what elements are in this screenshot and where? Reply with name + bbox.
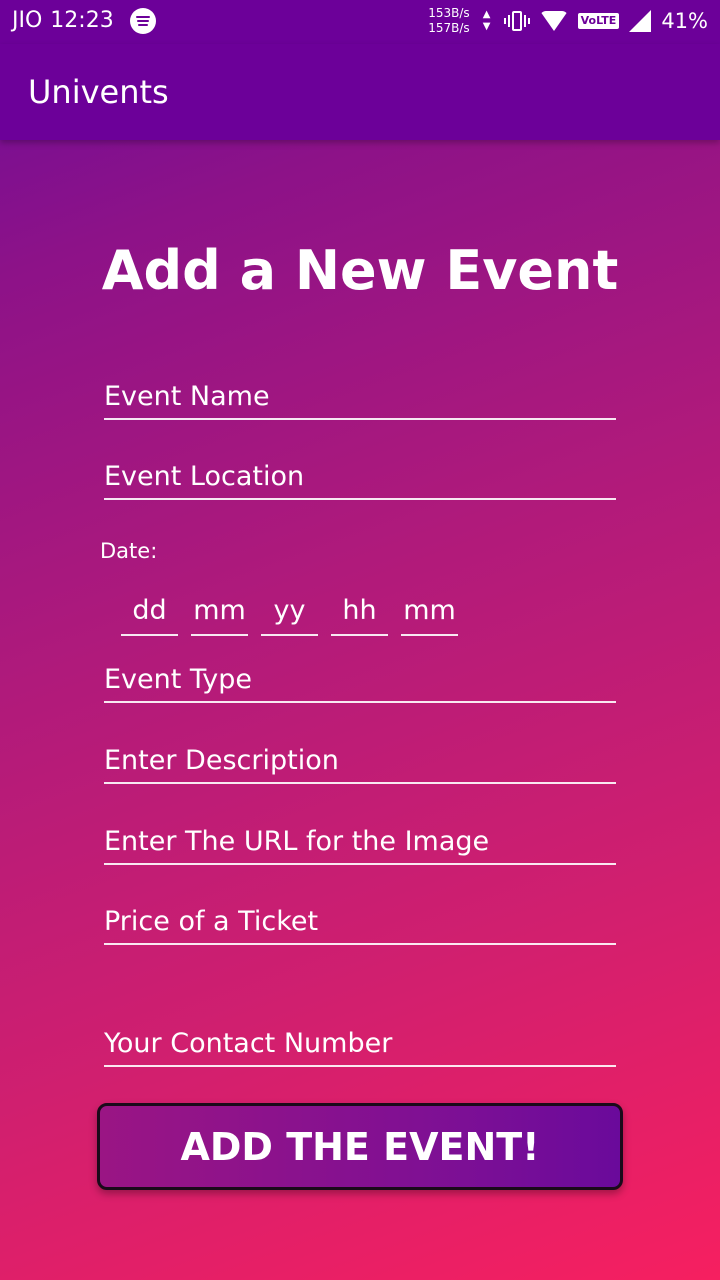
- date-year-field: [261, 586, 318, 636]
- description-field: [104, 730, 616, 784]
- signal-icon: [629, 10, 652, 32]
- net-speed-down: 157B/s: [428, 21, 470, 35]
- event-name-field: [104, 366, 616, 420]
- event-name-input[interactable]: [104, 381, 616, 412]
- contact-number-input[interactable]: [104, 1028, 616, 1059]
- network-speed: 153B/s 157B/s: [428, 6, 469, 36]
- time-minute-field: [401, 586, 458, 636]
- time-minute-input[interactable]: [401, 595, 458, 626]
- date-month-field: [191, 586, 248, 636]
- data-transfer-icon: ▲ ▼: [482, 9, 491, 32]
- app-bar: Univents: [0, 44, 720, 140]
- date-day-input[interactable]: [121, 595, 178, 626]
- event-location-field: [104, 446, 616, 500]
- carrier-name: JIO: [12, 8, 43, 33]
- page-title: Add a New Event: [101, 239, 619, 302]
- wifi-icon: [539, 11, 568, 31]
- add-event-button[interactable]: ADD THE EVENT!: [97, 1103, 623, 1190]
- app-title: Univents: [28, 73, 169, 111]
- date-label: Date:: [100, 539, 158, 563]
- event-type-field: [104, 649, 616, 703]
- status-bar: JIO 12:23 153B/s 157B/s ▲ ▼ VoLTE 41%: [0, 0, 720, 44]
- time-hour-field: [331, 586, 388, 636]
- clock: 12:23: [50, 8, 114, 33]
- ticket-price-input[interactable]: [104, 906, 616, 937]
- spotify-icon: [129, 8, 156, 34]
- image-url-field: [104, 811, 616, 865]
- event-type-input[interactable]: [104, 664, 616, 695]
- date-month-input[interactable]: [191, 595, 248, 626]
- event-location-input[interactable]: [104, 461, 616, 492]
- date-year-input[interactable]: [261, 595, 318, 626]
- description-input[interactable]: [104, 745, 616, 776]
- vibrate-icon: [503, 9, 530, 33]
- ticket-price-field: [104, 891, 616, 945]
- status-left: JIO 12:23: [12, 8, 156, 34]
- volte-icon: VoLTE: [577, 13, 620, 29]
- time-hour-input[interactable]: [331, 595, 388, 626]
- status-right: 153B/s 157B/s ▲ ▼ VoLTE 41%: [428, 6, 708, 36]
- image-url-input[interactable]: [104, 826, 616, 857]
- net-speed-up: 153B/s: [428, 6, 470, 20]
- date-day-field: [121, 586, 178, 636]
- battery-level: 41%: [661, 9, 708, 33]
- contact-number-field: [104, 1013, 616, 1067]
